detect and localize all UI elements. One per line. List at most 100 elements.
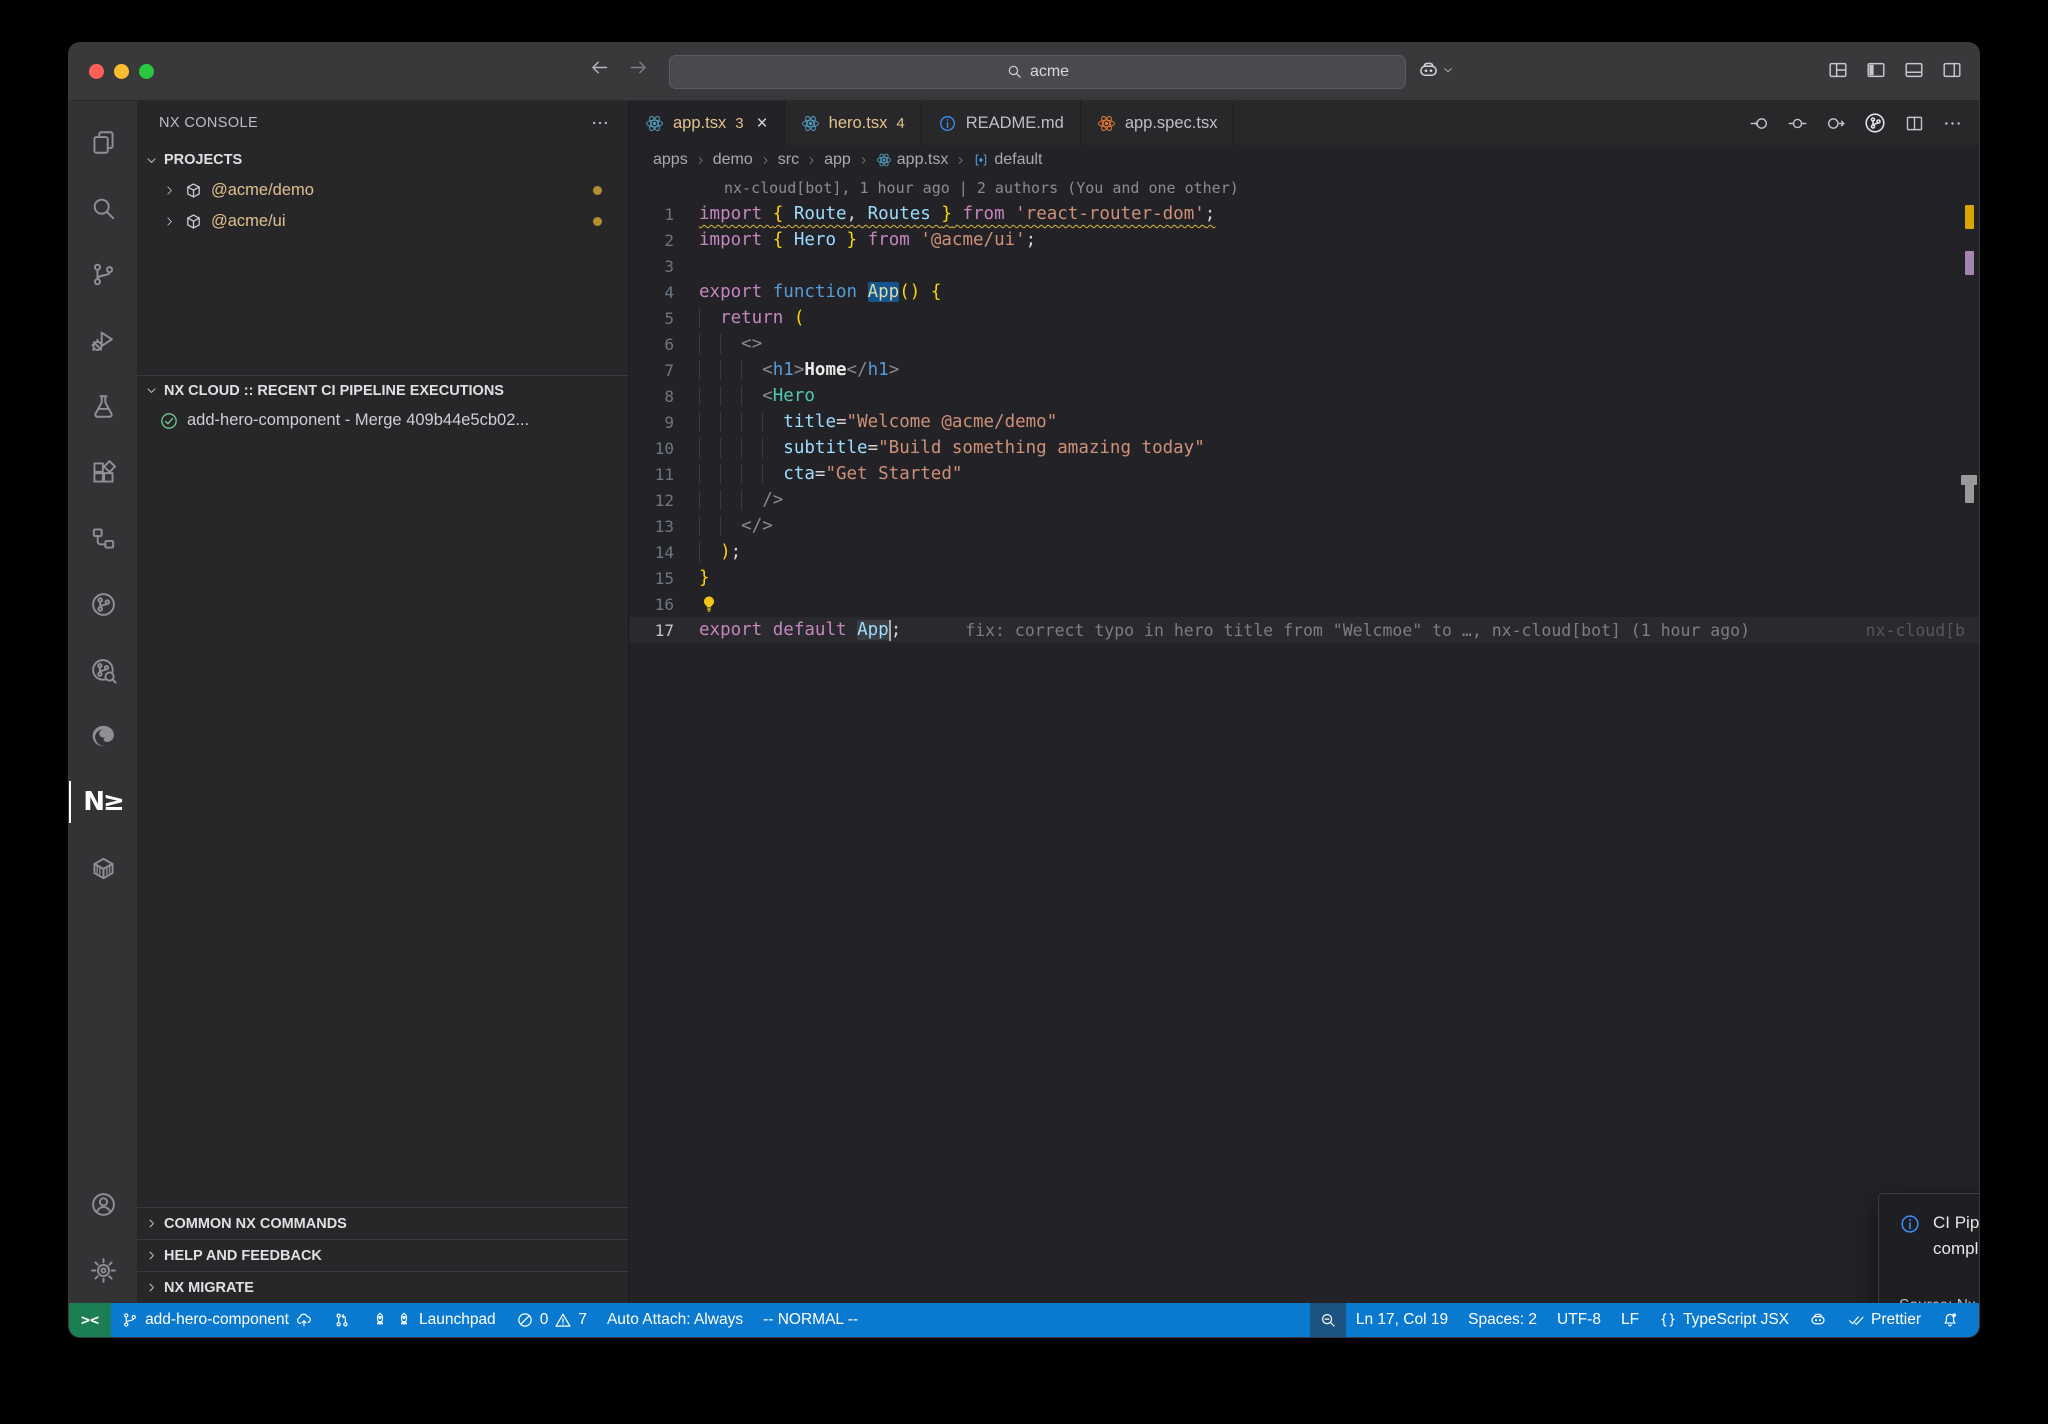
more-actions-icon[interactable] xyxy=(590,113,610,133)
section-projects[interactable]: PROJECTS xyxy=(137,145,628,175)
minimize-window-button[interactable] xyxy=(114,64,129,79)
tab-README.md[interactable]: README.md xyxy=(922,101,1081,145)
nav-forward-button[interactable] xyxy=(1825,113,1846,134)
activity-item-containers[interactable] xyxy=(69,835,137,901)
status-eol[interactable]: LF xyxy=(1611,1303,1649,1337)
status-prettier[interactable]: Prettier xyxy=(1837,1303,1931,1337)
section-help-and-feedback[interactable]: HELP AND FEEDBACK xyxy=(137,1239,628,1271)
command-center-search[interactable]: acme xyxy=(669,55,1406,89)
back-icon[interactable] xyxy=(589,57,610,78)
nav-back-button[interactable] xyxy=(1749,113,1770,134)
activity-item-explorer[interactable] xyxy=(69,109,137,175)
status-vim-mode[interactable]: -- NORMAL -- xyxy=(753,1303,868,1337)
breadcrumb-default[interactable]: default xyxy=(973,151,1042,169)
status-notifications[interactable] xyxy=(1931,1303,1969,1337)
breadcrumb-app[interactable]: app xyxy=(824,151,851,169)
close-window-button[interactable] xyxy=(89,64,104,79)
section-nx-cloud[interactable]: NX CLOUD :: RECENT CI PIPELINE EXECUTION… xyxy=(137,375,628,405)
commit-graph-button[interactable] xyxy=(1863,111,1887,135)
breadcrumb-src[interactable]: src xyxy=(778,151,799,169)
toggle-panel-button[interactable] xyxy=(1903,59,1925,81)
tab-app.tsx[interactable]: app.tsx3× xyxy=(629,101,785,145)
git-branch-icon xyxy=(89,260,118,289)
code-line-12[interactable]: 12 /> xyxy=(629,487,1979,513)
code-line-4[interactable]: 4export function App() { xyxy=(629,279,1979,305)
tab-hero.tsx[interactable]: hero.tsx4 xyxy=(785,101,922,145)
line-number: 9 xyxy=(629,413,699,432)
code-line-17[interactable]: 17export default App;fix: correct typo i… xyxy=(629,617,1979,643)
section-nx-migrate[interactable]: NX MIGRATE xyxy=(137,1271,628,1303)
status-screencast-zoom[interactable] xyxy=(1310,1303,1346,1337)
code-editor[interactable]: nx-cloud[bot], 1 hour ago | 2 authors (Y… xyxy=(629,175,1979,1303)
project-item[interactable]: @acme/ui xyxy=(137,206,628,237)
status-launchpad[interactable]: Launchpad xyxy=(361,1303,506,1337)
toggle-secondary-sidebar-button[interactable] xyxy=(1941,59,1963,81)
status-encoding[interactable]: UTF-8 xyxy=(1547,1303,1611,1337)
code-line-14[interactable]: 14 ); xyxy=(629,539,1979,565)
forward-icon[interactable] xyxy=(628,57,649,78)
activity-item-testing[interactable] xyxy=(69,373,137,439)
activity-item-pipeline-graph[interactable] xyxy=(69,571,137,637)
chevron-down-icon xyxy=(145,154,158,167)
breadcrumb-apps[interactable]: apps xyxy=(653,151,688,169)
line-number: 13 xyxy=(629,517,699,536)
line-number: 5 xyxy=(629,309,699,328)
code-line-16[interactable]: 16 xyxy=(629,591,1979,617)
status-indentation[interactable]: Spaces: 2 xyxy=(1458,1303,1547,1337)
code-line-1[interactable]: 1import { Route, Routes } from 'react-ro… xyxy=(629,201,1979,227)
section-common-nx-commands[interactable]: COMMON NX COMMANDS xyxy=(137,1207,628,1239)
copilot-menu[interactable] xyxy=(1417,59,1454,82)
code-line-15[interactable]: 15} xyxy=(629,565,1979,591)
activity-item-search[interactable] xyxy=(69,175,137,241)
nav-back-icon xyxy=(1749,113,1770,134)
code-line-11[interactable]: 11 cta="Get Started" xyxy=(629,461,1979,487)
activity-item-run-debug[interactable] xyxy=(69,307,137,373)
customize-layout-button[interactable] xyxy=(1827,59,1849,81)
code-line-13[interactable]: 13 </> xyxy=(629,513,1979,539)
status-copilot[interactable] xyxy=(1799,1303,1837,1337)
activity-item-settings[interactable] xyxy=(69,1237,137,1303)
status-git-compare[interactable] xyxy=(323,1303,361,1337)
status-remote-indicator[interactable]: >< xyxy=(69,1303,111,1337)
status-cursor-position[interactable]: Ln 17, Col 19 xyxy=(1346,1303,1458,1337)
pipeline-item[interactable]: add-hero-component - Merge 409b44e5cb02.… xyxy=(137,405,628,436)
status-auto-attach[interactable]: Auto Attach: Always xyxy=(597,1303,753,1337)
activity-item-source-control[interactable] xyxy=(69,241,137,307)
toggle-primary-sidebar-button[interactable] xyxy=(1865,59,1887,81)
status-git-branch[interactable]: add-hero-component xyxy=(111,1303,323,1337)
project-item[interactable]: @acme/demo xyxy=(137,175,628,206)
activity-item-edge-browser[interactable] xyxy=(69,703,137,769)
code-line-10[interactable]: 10 subtitle="Build something amazing tod… xyxy=(629,435,1979,461)
line-number: 7 xyxy=(629,361,699,380)
clipped-blame: nx-cloud[b xyxy=(1866,621,1965,640)
activity-item-nx-console[interactable]: N≥ xyxy=(69,769,137,835)
line-number: 16 xyxy=(629,595,699,614)
code-line-8[interactable]: 8 <Hero xyxy=(629,383,1979,409)
git-branch-icon xyxy=(121,1311,139,1329)
code-line-9[interactable]: 9 title="Welcome @acme/demo" xyxy=(629,409,1979,435)
close-tab-icon[interactable]: × xyxy=(757,114,768,133)
maximize-window-button[interactable] xyxy=(139,64,154,79)
rocket-icon xyxy=(371,1311,389,1329)
activity-item-accounts[interactable] xyxy=(69,1171,137,1237)
line-number: 3 xyxy=(629,257,699,276)
lightbulb-icon[interactable] xyxy=(699,594,719,614)
code-line-6[interactable]: 6 <> xyxy=(629,331,1979,357)
activity-item-type-hierarchy[interactable] xyxy=(69,505,137,571)
dirty-count-badge: 3 xyxy=(735,115,743,132)
warning-icon xyxy=(554,1311,572,1329)
nav-current-button[interactable] xyxy=(1787,113,1808,134)
breadcrumb-demo[interactable]: demo xyxy=(713,151,753,169)
code-line-3[interactable]: 3 xyxy=(629,253,1979,279)
tab-app.spec.tsx[interactable]: app.spec.tsx xyxy=(1081,101,1235,145)
more-actions-button[interactable] xyxy=(1942,113,1963,134)
status-problems[interactable]: 07 xyxy=(506,1303,597,1337)
code-line-2[interactable]: 2import { Hero } from '@acme/ui'; xyxy=(629,227,1979,253)
split-editor-button[interactable] xyxy=(1904,113,1925,134)
activity-item-pipeline-search[interactable] xyxy=(69,637,137,703)
activity-item-extensions[interactable] xyxy=(69,439,137,505)
code-line-5[interactable]: 5 return ( xyxy=(629,305,1979,331)
status-language-mode[interactable]: TypeScript JSX xyxy=(1649,1303,1799,1337)
code-line-7[interactable]: 7 <h1>Home</h1> xyxy=(629,357,1979,383)
breadcrumb-app.tsx[interactable]: app.tsx xyxy=(876,151,949,169)
